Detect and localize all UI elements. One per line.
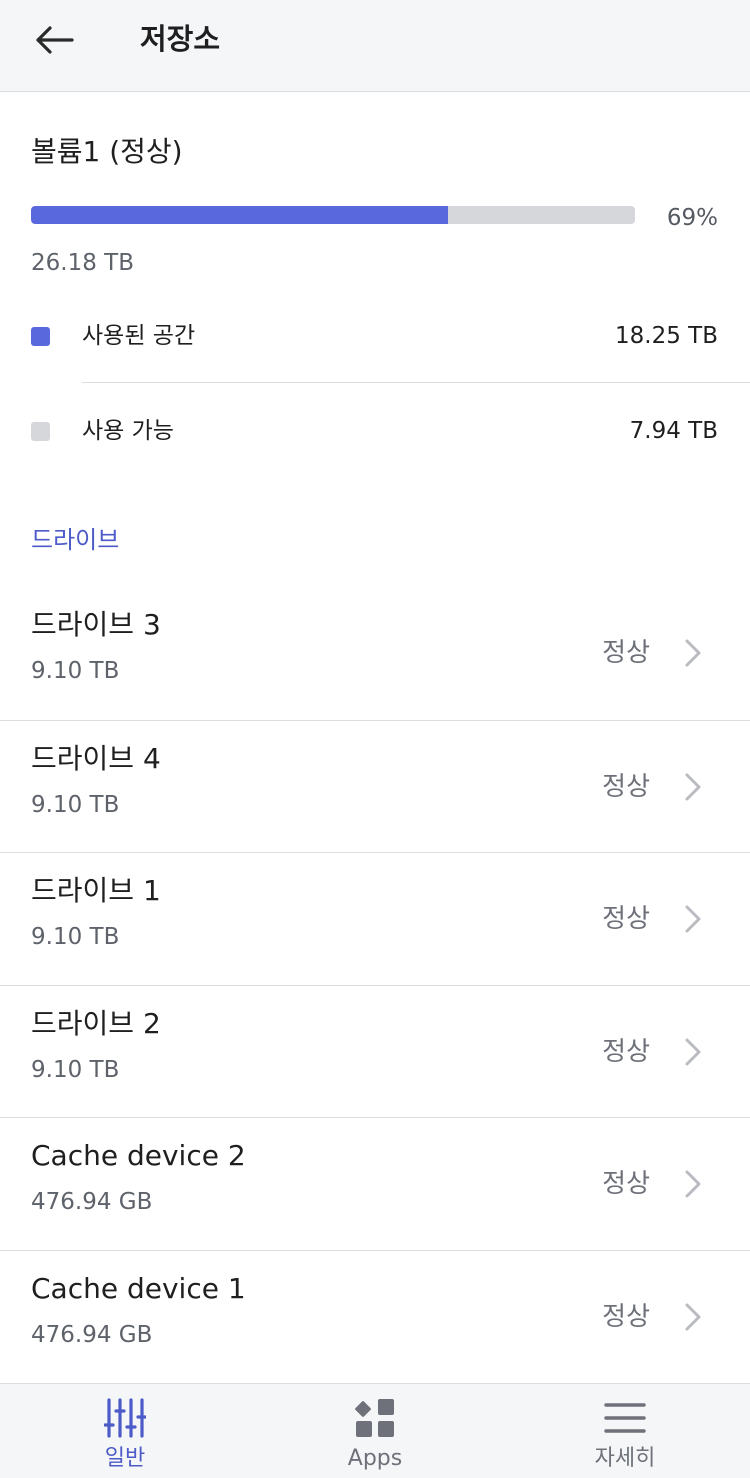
- drive-size: 9.10 TB: [31, 1056, 120, 1083]
- drive-list: 드라이브 3 9.10 TB 정상 드라이브 4 9.10 TB 정상 드라이브…: [0, 587, 750, 1383]
- menu-icon: [603, 1396, 647, 1440]
- apps-grid-icon: [353, 1396, 397, 1440]
- volume-total-size: 26.18 TB: [31, 250, 134, 276]
- drive-name: Cache device 2: [31, 1139, 246, 1173]
- drive-item[interactable]: 드라이브 4 9.10 TB 정상: [0, 719, 750, 853]
- chevron-right-icon: [678, 1301, 708, 1333]
- drive-status: 정상: [602, 771, 650, 802]
- storage-screen: 저장소 볼륨1 (정상) 69% 26.18 TB 사용된 공간 18.25 T…: [0, 0, 750, 1478]
- legend-label: 사용 가능: [82, 418, 174, 444]
- available-swatch: [31, 422, 50, 441]
- usage-percent: 69%: [666, 205, 718, 231]
- drive-name: 드라이브 2: [31, 1006, 161, 1040]
- drive-item[interactable]: Cache device 2 476.94 GB 정상: [0, 1117, 750, 1250]
- bottom-navigation: 일반 Apps 자세히: [0, 1383, 750, 1478]
- legend-available: 사용 가능 7.94 TB: [0, 407, 750, 455]
- chevron-right-icon: [678, 637, 708, 669]
- legend-value: 7.94 TB: [629, 418, 718, 444]
- legend-used: 사용된 공간 18.25 TB: [0, 312, 750, 360]
- drive-status: 정상: [602, 904, 650, 935]
- legend-label: 사용된 공간: [82, 323, 196, 349]
- drive-size: 476.94 GB: [31, 1321, 153, 1348]
- drive-item[interactable]: 드라이브 2 9.10 TB 정상: [0, 984, 750, 1118]
- drives-section-header: 드라이브: [31, 526, 120, 554]
- drive-status: 정상: [602, 1169, 650, 1200]
- drive-item[interactable]: 드라이브 1 9.10 TB 정상: [0, 852, 750, 985]
- chevron-right-icon: [678, 1036, 708, 1068]
- drive-name: Cache device 1: [31, 1271, 246, 1305]
- drive-item[interactable]: Cache device 1 476.94 GB 정상: [0, 1249, 750, 1383]
- drive-size: 9.10 TB: [31, 924, 120, 951]
- nav-more[interactable]: 자세히: [500, 1384, 750, 1478]
- nav-label: 자세히: [594, 1446, 656, 1471]
- divider: [82, 382, 750, 383]
- nav-general[interactable]: 일반: [0, 1384, 250, 1478]
- drive-size: 9.10 TB: [31, 658, 120, 684]
- chevron-right-icon: [678, 771, 708, 803]
- back-button[interactable]: [24, 12, 84, 68]
- drive-size: 476.94 GB: [31, 1189, 153, 1216]
- drive-status: 정상: [602, 1301, 650, 1332]
- drive-status: 정상: [602, 638, 650, 668]
- usage-progress-bar: [31, 206, 635, 224]
- page-title: 저장소: [140, 22, 221, 56]
- nav-apps[interactable]: Apps: [250, 1384, 500, 1478]
- nav-label: Apps: [347, 1446, 403, 1471]
- drive-size: 9.10 TB: [31, 791, 120, 818]
- drive-name: 드라이브 1: [31, 874, 161, 908]
- chevron-right-icon: [678, 903, 708, 935]
- drive-item[interactable]: 드라이브 3 9.10 TB 정상: [0, 587, 750, 720]
- legend-value: 18.25 TB: [615, 323, 718, 349]
- volume-title: 볼륨1 (정상): [31, 135, 183, 168]
- usage-progress-fill: [31, 206, 448, 224]
- app-header: 저장소: [0, 0, 750, 92]
- nav-label: 일반: [104, 1446, 146, 1471]
- drive-name: 드라이브 3: [31, 608, 161, 641]
- back-arrow-icon: [36, 26, 74, 54]
- drive-status: 정상: [602, 1036, 650, 1067]
- sliders-icon: [103, 1396, 147, 1440]
- drive-name: 드라이브 4: [31, 741, 161, 775]
- used-swatch: [31, 327, 50, 346]
- chevron-right-icon: [678, 1168, 708, 1200]
